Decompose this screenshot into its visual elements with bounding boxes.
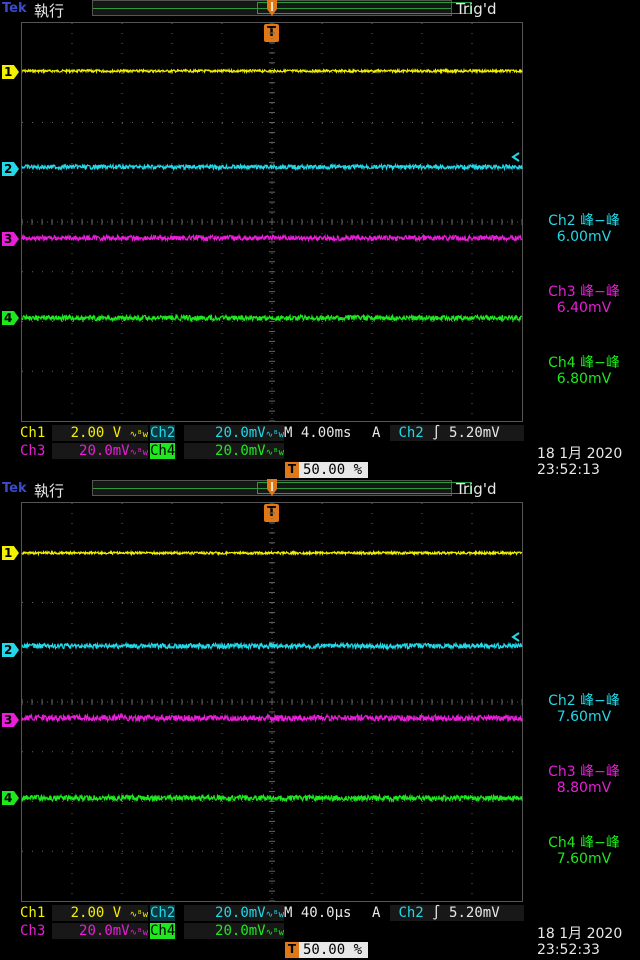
horizontal-scale[interactable]: M 4.00ms [284,425,351,441]
measurement-ch4: Ch4 峰−峰 7.60mV [548,835,620,867]
rising-edge-icon: ∫ [432,905,441,921]
trigger-t-icon: T [285,462,299,478]
trigger-t-icon: T [285,942,299,958]
ch4-scale[interactable]: 20.0mV∿ᴮw [184,443,284,459]
bandwidth-icon: ∿ᴮw [129,430,148,440]
ch4-label: Ch4 [150,443,176,459]
measurement-ch4: Ch4 峰−峰 6.80mV [548,355,620,387]
record-window [257,482,471,494]
ch2-scale[interactable]: 20.0mV∿ᴮw [184,425,284,441]
trigger-mode: A [372,905,381,921]
ch3-label: Ch3 [20,923,46,939]
ch3-trace [21,712,523,724]
ch3-scale[interactable]: 20.0mV∿ᴮw [52,443,148,459]
ch1-trace [21,67,523,75]
time-readout: 23:52:33 [537,942,600,958]
status-bar: Tek 執行 Trig'd [0,0,640,20]
bandwidth-icon: ∿ᴮw [265,430,284,440]
trigger-level-icon[interactable] [509,152,521,162]
scope-screen-2: Tek 執行 Trig'd T 1 2 3 4 Ch2 峰−峰 7.60mV C… [0,479,640,960]
bandwidth-icon: ∿ᴮw [129,910,148,920]
measurement-ch2: Ch2 峰−峰 7.60mV [548,693,620,725]
ch2-label: Ch2 [150,905,176,921]
scope-screen-1: Tek 執行 Trig'd T 1 2 3 4 Ch2 峰−峰 6.00mV C… [0,0,640,480]
ch2-ground-marker[interactable]: 2 [2,162,19,176]
ch4-trace [21,792,523,803]
bandwidth-icon: ∿ᴮw [129,928,148,938]
record-window [257,2,471,14]
ch1-ground-marker[interactable]: 1 [2,65,19,79]
ch3-label: Ch3 [20,443,46,459]
ch1-label: Ch1 [20,905,46,921]
trigger-level-icon[interactable] [509,632,521,642]
bandwidth-icon: ∿ᴮw [265,928,284,938]
ch2-trace [21,162,523,172]
bandwidth-icon: ∿ᴮw [129,448,148,458]
ch4-label: Ch4 [150,923,176,939]
ch1-scale[interactable]: 2.00 V ∿ᴮw [52,425,148,441]
ch4-trace [21,313,523,323]
date-readout: 18 1月 2020 [537,446,623,462]
rising-edge-icon: ∫ [432,425,441,441]
brand-logo: Tek [2,481,27,496]
ch2-scale[interactable]: 20.0mV∿ᴮw [184,905,284,921]
ch1-ground-marker[interactable]: 1 [2,546,19,560]
ch1-trace [21,549,523,557]
graticule [21,502,523,902]
ch3-ground-marker[interactable]: 3 [2,232,19,246]
ch3-ground-marker[interactable]: 3 [2,713,19,727]
acquisition-state: 執行 [34,2,65,20]
ch4-ground-marker[interactable]: 4 [2,311,19,325]
ch3-scale[interactable]: 20.0mV∿ᴮw [52,923,148,939]
trigger-position-readout: T 50.00 % [285,462,369,478]
ch2-ground-marker[interactable]: 2 [2,643,19,657]
acquisition-state: 執行 [34,482,65,500]
ch4-scale[interactable]: 20.0mV∿ᴮw [184,923,284,939]
ch3-trace [21,233,523,243]
bandwidth-icon: ∿ᴮw [265,448,284,458]
graticule [21,22,523,422]
trigger-position-readout: T 50.00 % [285,942,369,958]
ch1-scale[interactable]: 2.00 V ∿ᴮw [52,905,148,921]
trigger-status: Trig'd [456,480,497,498]
measurement-ch2: Ch2 峰−峰 6.00mV [548,213,620,245]
horizontal-scale[interactable]: M 40.0µs [284,905,351,921]
measurement-ch3: Ch3 峰−峰 6.40mV [548,284,620,316]
trigger-setting[interactable]: Ch2 ∫ 5.20mV [390,425,524,441]
brand-logo: Tek [2,1,27,16]
trigger-point-icon [267,479,277,496]
bandwidth-icon: ∿ᴮw [265,910,284,920]
trigger-mode: A [372,425,381,441]
time-readout: 23:52:13 [537,462,600,478]
date-readout: 18 1月 2020 [537,926,623,942]
ch2-label: Ch2 [150,425,176,441]
trigger-point-icon [267,0,277,16]
trigger-status: Trig'd [456,0,497,18]
measurement-ch3: Ch3 峰−峰 8.80mV [548,764,620,796]
ch1-label: Ch1 [20,425,46,441]
status-bar: Tek 執行 Trig'd [0,479,640,500]
trigger-setting[interactable]: Ch2 ∫ 5.20mV [390,905,524,921]
ch2-trace [21,641,523,651]
ch4-ground-marker[interactable]: 4 [2,791,19,805]
